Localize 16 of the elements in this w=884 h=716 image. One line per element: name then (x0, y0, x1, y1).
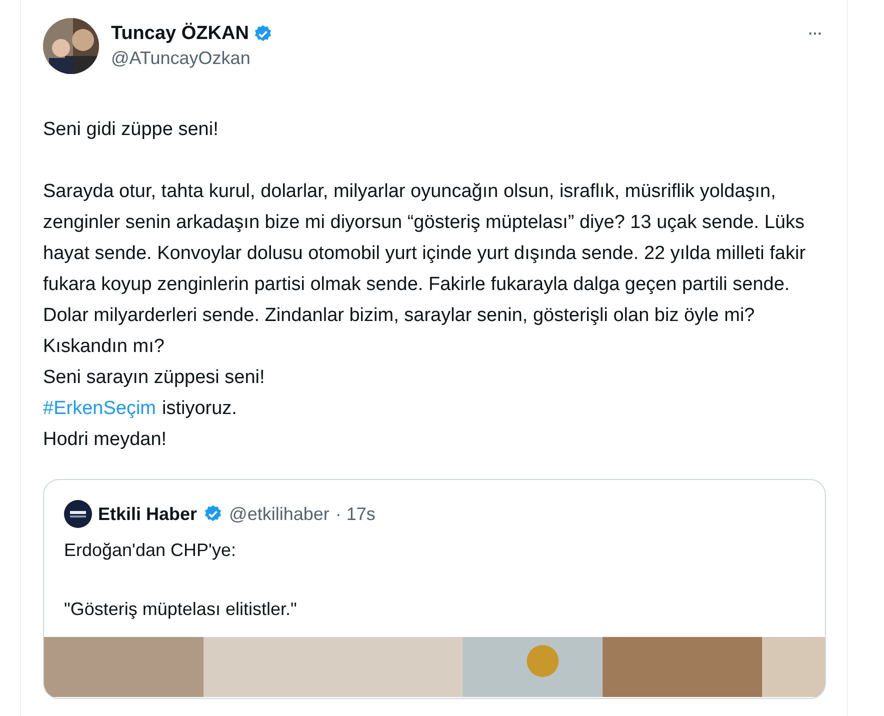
tweet-text: Sarayda otur, tahta kurul, dolarlar, milyarlar oyuncağın olsun, israflık, müsriflik yoldaşın, zenginler senin arkadaşın bize mi diyorsun “gösteriş müptelası” diye? 13 uçak sende. Lüks hayat sende. Konvoylar dolusu otomobil yurt içinde yurt dışında sende. 22 yılda milleti fakir fukara koyup zenginlerin partisi olmak sende. Fakirle fukarayla dalga geçen partili sende. Dolar milyarderleri sende. Zindanlar bizim, saraylar senin, gösterişli olan biz öyle mi? (43, 180, 807, 328)
author-handle[interactable]: @ATuncayOzkan (111, 48, 792, 69)
tweet-text: Kıskandın mı? (43, 335, 166, 359)
tweet-text: Hodri meydan! (43, 428, 168, 452)
tweet-text: Seni sarayın züppesi seni! (43, 366, 266, 390)
tweet-text: Seni gidi züppe seni! (43, 118, 220, 142)
author-name[interactable]: Tuncay ÖZKAN (111, 23, 249, 45)
quoted-author-name[interactable]: Etkili Haber (98, 504, 198, 524)
quoted-author-handle[interactable]: @etkilihaber (229, 504, 330, 524)
post-time: · 17s (335, 504, 376, 524)
quoted-tweet-card[interactable]: Etkili Haber @etkilihaber · 17s Erdoğan'dan CHP'ye: "Gösteriş müptelası elitistler." (43, 479, 826, 699)
tweet-text: "Gösteriş müptelası elitistler." (64, 598, 298, 621)
more-button[interactable]: ··· (803, 22, 825, 45)
news-logo-icon (64, 500, 92, 528)
tweet-text: Erdoğan'dan CHP'ye: (64, 539, 237, 562)
tweet-text: istiyoruz. (162, 397, 237, 421)
